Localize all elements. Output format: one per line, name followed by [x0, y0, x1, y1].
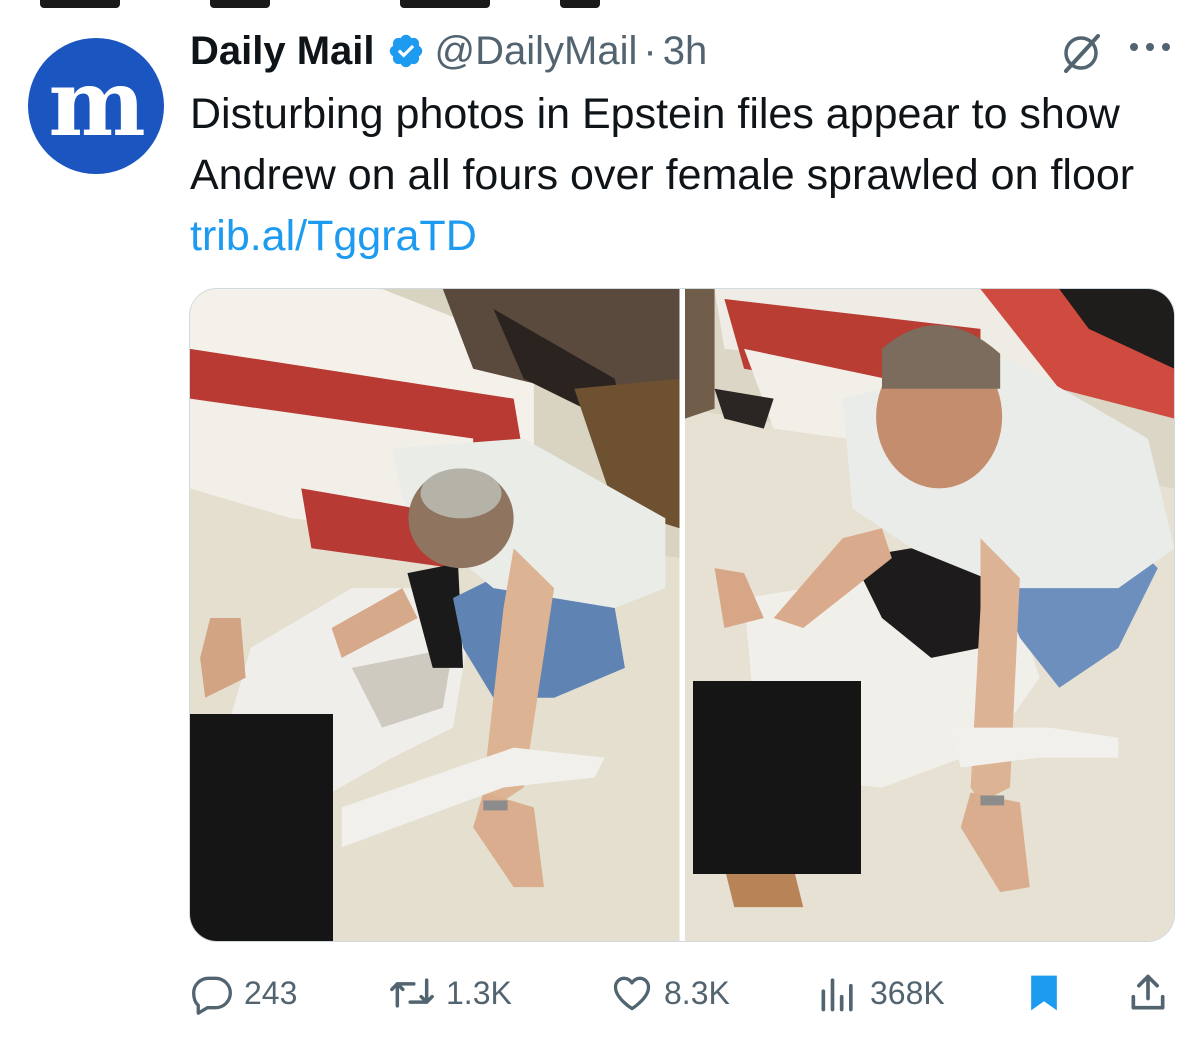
photo-2[interactable] — [684, 289, 1174, 941]
photo-1[interactable] — [190, 289, 680, 941]
repost-icon — [390, 978, 434, 1008]
like-icon — [613, 976, 651, 1011]
avatar[interactable]: m — [28, 38, 164, 174]
separator-dot: · — [643, 28, 657, 73]
repost-button[interactable]: 1.3K — [388, 966, 512, 1020]
like-button[interactable]: 8.3K — [610, 966, 730, 1020]
views-button[interactable]: 368K — [816, 966, 945, 1020]
views-icon — [821, 978, 853, 1012]
verified-badge-icon — [389, 34, 422, 68]
tweet-link[interactable]: trib.al/TggraTD — [190, 212, 477, 260]
tweet-text-content: Disturbing photos in Epstein files appea… — [190, 90, 1135, 199]
reply-icon — [192, 976, 232, 1015]
author-name[interactable]: Daily Mail — [190, 29, 375, 74]
tweet-timestamp[interactable]: 3h — [663, 29, 708, 74]
redaction-block-2 — [692, 681, 861, 874]
media-grid — [189, 288, 1175, 942]
reply-button[interactable]: 243 — [190, 966, 297, 1020]
repost-count: 1.3K — [446, 974, 512, 1011]
share-icon — [1131, 974, 1165, 1010]
bookmark-icon — [1031, 975, 1057, 1011]
tweet-text: Disturbing photos in Epstein files appea… — [190, 84, 1180, 267]
like-count: 8.3K — [664, 974, 730, 1011]
grok-icon[interactable] — [1058, 30, 1104, 76]
bookmark-button[interactable] — [1022, 966, 1066, 1020]
avatar-logo: m — [48, 49, 145, 157]
more-icon[interactable] — [1128, 40, 1172, 54]
author-handle[interactable]: @DailyMail — [435, 29, 638, 74]
tweet-header: Daily Mail @DailyMail · 3h — [190, 26, 707, 76]
view-count: 368K — [870, 974, 945, 1011]
reply-count: 243 — [244, 974, 298, 1011]
share-button[interactable] — [1126, 966, 1170, 1020]
redaction-block-1 — [190, 714, 333, 941]
tweet-actions: 243 1.3K 8.3K 368K — [190, 966, 1180, 1020]
previous-content-clip — [0, 0, 1200, 12]
